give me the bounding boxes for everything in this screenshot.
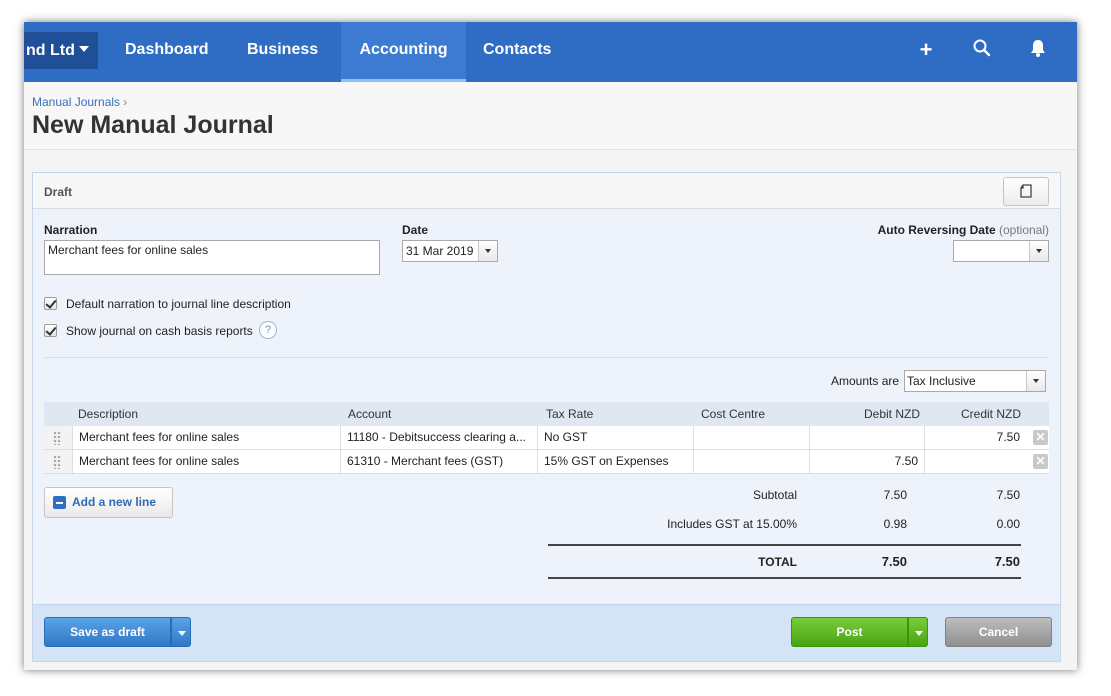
cash-basis-checkbox[interactable]	[44, 324, 57, 337]
amounts-are-select[interactable]: Tax Inclusive	[904, 370, 1046, 392]
tax-rate-cell[interactable]: 15% GST on Expenses	[537, 450, 693, 473]
breadcrumb-manual-journals[interactable]: Manual Journals	[32, 95, 120, 109]
tax-rate-cell[interactable]: No GST	[537, 426, 693, 449]
amounts-are-label: Amounts are	[831, 374, 900, 388]
drag-handle-icon[interactable]	[44, 426, 72, 449]
bell-icon[interactable]	[1026, 38, 1050, 62]
copy-button[interactable]	[1003, 177, 1049, 206]
nav-accounting[interactable]: Accounting	[341, 22, 466, 82]
totals-top-rule	[548, 544, 1021, 546]
save-options-dropdown-icon[interactable]	[171, 617, 191, 647]
col-debit: Debit NZD	[864, 407, 921, 421]
amounts-dropdown-icon[interactable]	[1026, 371, 1045, 391]
draft-status: Draft	[44, 185, 73, 199]
col-cost-centre: Cost Centre	[701, 407, 766, 421]
auto-reversing-optional: (optional)	[998, 223, 1049, 237]
post-options-dropdown-icon[interactable]	[908, 617, 928, 647]
narration-label: Narration	[44, 223, 98, 237]
subtotal-label: Subtotal	[752, 488, 797, 502]
col-description: Description	[78, 407, 139, 421]
subtotal-credit: 7.50	[996, 488, 1020, 502]
nav-contacts[interactable]: Contacts	[483, 22, 551, 82]
search-icon[interactable]	[970, 38, 994, 62]
description-cell[interactable]: Merchant fees for online sales	[72, 450, 340, 473]
app-window: nd Ltd Dashboard Business Accounting Con…	[24, 22, 1077, 670]
delete-row-icon[interactable]: ✕	[1033, 454, 1048, 469]
gst-credit: 0.00	[996, 517, 1020, 531]
debit-cell[interactable]	[809, 426, 924, 449]
breadcrumb-separator: ›	[123, 95, 128, 109]
section-divider	[44, 357, 1049, 358]
account-cell[interactable]: 61310 - Merchant fees (GST)	[340, 450, 537, 473]
auto-reversing-dropdown-icon[interactable]	[1029, 241, 1048, 261]
draft-bar: Draft	[33, 173, 1060, 209]
auto-reversing-label-text: Auto Reversing Date	[877, 223, 996, 237]
add-new-line-label: Add a new line	[72, 495, 157, 509]
credit-cell[interactable]: 7.50	[924, 426, 1026, 449]
org-name: nd Ltd	[26, 42, 75, 59]
nav-dashboard[interactable]: Dashboard	[125, 22, 209, 82]
cancel-button[interactable]: Cancel	[945, 617, 1052, 647]
delete-row-icon[interactable]: ✕	[1033, 430, 1048, 445]
add-line-icon	[53, 496, 66, 509]
journal-panel: Draft Narration Merchant fees for online…	[32, 172, 1061, 662]
post-button[interactable]: Post	[791, 617, 908, 647]
cost-centre-cell[interactable]	[693, 450, 809, 473]
subtotal-debit: 7.50	[883, 488, 907, 502]
amounts-are-value: Tax Inclusive	[907, 374, 976, 388]
date-label: Date	[402, 223, 429, 237]
default-narration-label: Default narration to journal line descri…	[66, 297, 291, 311]
col-tax-rate: Tax Rate	[546, 407, 594, 421]
save-as-draft-button[interactable]: Save as draft	[44, 617, 171, 647]
breadcrumb: Manual Journals ›	[32, 95, 127, 109]
cash-basis-label: Show journal on cash basis reports	[66, 324, 253, 338]
table-row: Merchant fees for online sales 61310 - M…	[44, 450, 1049, 474]
col-credit: Credit NZD	[961, 407, 1022, 421]
top-nav: nd Ltd Dashboard Business Accounting Con…	[24, 22, 1077, 82]
default-narration-checkbox[interactable]	[44, 297, 57, 310]
totals-bottom-rule	[548, 577, 1021, 579]
help-icon[interactable]: ?	[259, 321, 277, 339]
total-label: TOTAL	[758, 555, 797, 569]
plus-icon[interactable]: +	[914, 38, 938, 62]
page-header: Manual Journals › New Manual Journal	[24, 82, 1077, 150]
total-debit: 7.50	[881, 554, 907, 569]
description-cell[interactable]: Merchant fees for online sales	[72, 426, 340, 449]
gst-debit: 0.98	[883, 517, 907, 531]
drag-handle-icon[interactable]	[44, 450, 72, 473]
page-title: New Manual Journal	[32, 111, 274, 139]
gst-label: Includes GST at 15.00%	[667, 517, 797, 531]
col-account: Account	[348, 407, 392, 421]
auto-reversing-label: Auto Reversing Date (optional)	[878, 223, 1049, 237]
date-field[interactable]: 31 Mar 2019	[402, 240, 498, 262]
table-row: Merchant fees for online sales 11180 - D…	[44, 426, 1049, 450]
credit-cell[interactable]	[924, 450, 1026, 473]
nav-business[interactable]: Business	[247, 22, 318, 82]
table-header: Description Account Tax Rate Cost Centre…	[44, 402, 1049, 426]
debit-cell[interactable]: 7.50	[809, 450, 924, 473]
auto-reversing-date-field[interactable]	[953, 240, 1049, 262]
date-value: 31 Mar 2019	[406, 244, 474, 258]
copy-icon	[1020, 184, 1032, 198]
org-switcher[interactable]: nd Ltd	[24, 32, 98, 69]
add-new-line-button[interactable]: Add a new line	[44, 487, 173, 518]
cost-centre-cell[interactable]	[693, 426, 809, 449]
account-cell[interactable]: 11180 - Debitsuccess clearing a...	[340, 426, 537, 449]
action-footer: Save as draft Post Cancel	[33, 604, 1060, 661]
caret-down-icon	[78, 46, 89, 52]
date-dropdown-icon[interactable]	[478, 241, 497, 261]
narration-field[interactable]: Merchant fees for online sales	[44, 240, 380, 275]
total-credit: 7.50	[994, 554, 1020, 569]
